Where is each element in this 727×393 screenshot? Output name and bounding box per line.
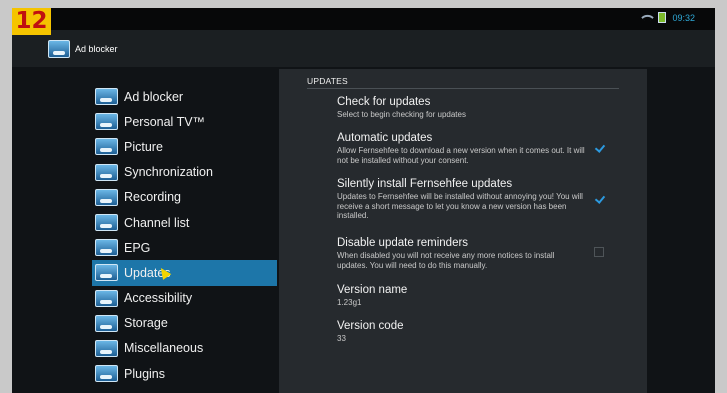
automatic-updates-checkbox[interactable] — [594, 143, 604, 153]
tv-icon — [95, 314, 118, 332]
sidebar-item-synchronization[interactable]: Synchronization — [92, 160, 277, 185]
setting-disable-update-reminders[interactable]: Disable update reminders When disabled y… — [337, 236, 587, 270]
setting-description: Updates to Fernsehfee will be installed … — [337, 192, 583, 220]
setting-value: 33 — [337, 334, 346, 343]
sidebar-item-label: Synchronization — [124, 165, 213, 180]
tv-icon — [95, 88, 118, 106]
sidebar-item-picture[interactable]: Picture — [92, 134, 277, 159]
section-divider — [307, 88, 619, 89]
sidebar-item-label: EPG — [124, 240, 151, 255]
setting-description: When disabled you will not receive any m… — [337, 251, 555, 270]
status-clock: 09:32 — [672, 12, 695, 23]
tv-icon — [95, 289, 118, 307]
sidebar-item-label: Plugins — [124, 366, 165, 381]
app-title: Ad blocker — [75, 43, 118, 54]
sidebar-item-personal-tv[interactable]: Personal TV™ — [92, 109, 277, 134]
setting-check-for-updates[interactable]: Check for updates Select to begin checki… — [337, 95, 587, 120]
setting-value: 1.23g1 — [337, 298, 362, 307]
updates-panel: UPDATES Check for updates Select to begi… — [279, 69, 647, 393]
silently-install-checkbox[interactable] — [594, 194, 604, 204]
sidebar-item-epg[interactable]: EPG — [92, 235, 277, 260]
sidebar-item-label: Storage — [124, 316, 168, 331]
sidebar-item-label: Ad blocker — [124, 89, 184, 104]
tv-icon — [95, 163, 118, 181]
tv-icon — [95, 239, 118, 257]
settings-content: Ad blocker Personal TV™ Picture Synchron… — [12, 67, 715, 393]
tv-icon — [95, 188, 118, 206]
tv-screen: 09:32 Ad blocker Ad blocker Personal TV™… — [12, 8, 715, 393]
setting-title: Check for updates — [337, 96, 431, 108]
tv-icon — [95, 214, 118, 232]
sidebar-item-miscellaneous[interactable]: Miscellaneous — [92, 336, 277, 361]
setting-title: Version name — [337, 284, 408, 296]
tv-icon — [95, 138, 118, 156]
tv-icon — [95, 113, 118, 131]
status-indicators: 09:32 — [641, 11, 695, 24]
notification-icon — [658, 12, 667, 23]
sidebar-item-plugins[interactable]: Plugins — [92, 361, 277, 386]
disable-reminders-checkbox[interactable] — [594, 247, 604, 257]
setting-title: Disable update reminders — [337, 237, 469, 249]
sidebar-item-updates[interactable]: Updates — [92, 260, 277, 286]
setting-version-name[interactable]: Version name 1.23g1 — [337, 283, 587, 308]
step-number-badge: 12 — [12, 8, 51, 35]
sidebar-item-label: Channel list — [124, 215, 190, 230]
setting-title: Automatic updates — [337, 132, 433, 144]
settings-sidebar: Ad blocker Personal TV™ Picture Synchron… — [92, 84, 277, 393]
setting-title: Silently install Fernsehfee updates — [337, 178, 513, 190]
tv-icon — [95, 264, 118, 282]
status-bar: 09:32 — [12, 8, 715, 30]
sidebar-item-label: Accessibility — [124, 291, 193, 306]
sidebar-item-label: Personal TV™ — [124, 114, 206, 129]
setting-automatic-updates[interactable]: Automatic updates Allow Fernsehfee to do… — [337, 131, 587, 165]
app-titlebar: Ad blocker — [12, 30, 715, 67]
setting-description: Allow Fernsehfee to download a new versi… — [337, 146, 585, 165]
sidebar-item-accessibility[interactable]: Accessibility — [92, 286, 277, 311]
setting-title: Version code — [337, 320, 404, 332]
wifi-icon — [641, 11, 655, 24]
setting-version-code[interactable]: Version code 33 — [337, 319, 587, 344]
app-tv-icon — [48, 39, 70, 58]
setting-description: Select to begin checking for updates — [337, 110, 466, 119]
setting-silently-install-updates[interactable]: Silently install Fernsehfee updates Upda… — [337, 177, 587, 221]
sidebar-item-label: Recording — [124, 190, 181, 205]
sidebar-item-label: Miscellaneous — [124, 341, 204, 356]
sidebar-item-storage[interactable]: Storage — [92, 311, 277, 336]
sidebar-item-label: Picture — [124, 139, 163, 154]
sidebar-item-recording[interactable]: Recording — [92, 185, 277, 210]
tv-icon — [95, 339, 118, 357]
sidebar-item-ad-blocker[interactable]: Ad blocker — [92, 84, 277, 109]
sidebar-item-channel-list[interactable]: Channel list — [92, 210, 277, 235]
tv-icon — [95, 365, 118, 383]
section-header: UPDATES — [307, 76, 348, 86]
